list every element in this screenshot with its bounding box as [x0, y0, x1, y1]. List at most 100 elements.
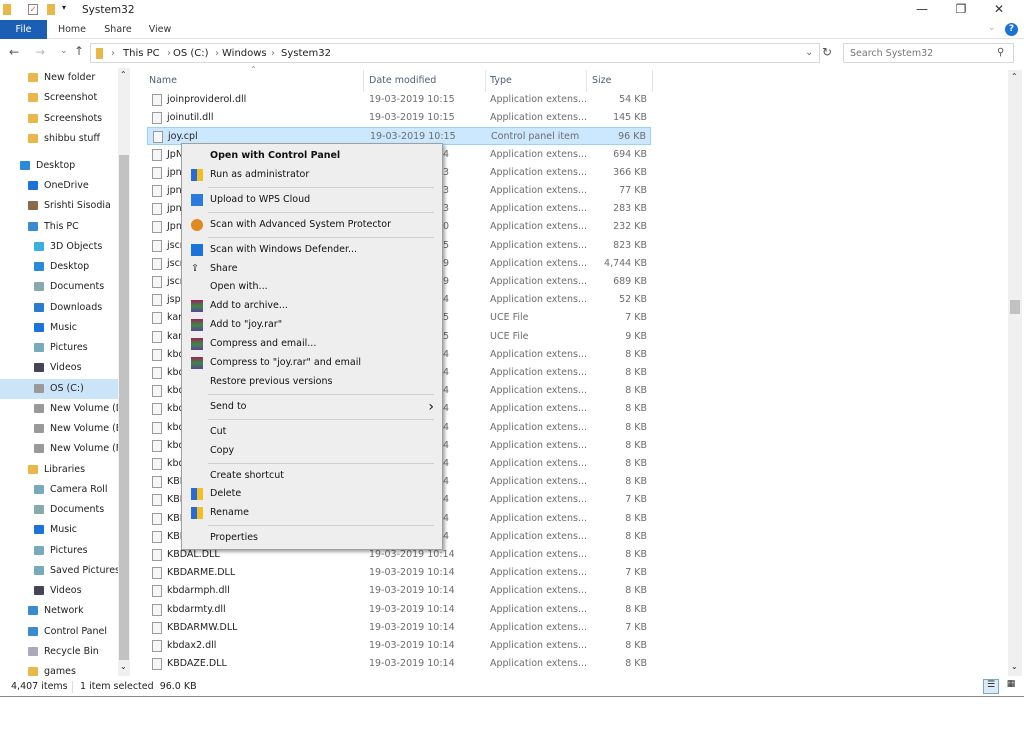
expand-ribbon-icon[interactable]: ⌄: [988, 23, 996, 33]
file-row[interactable]: KBDARME.DLL 19-03-2019 10:14 Application e…: [147, 564, 651, 582]
sidebar-item[interactable]: Pictures: [0, 338, 118, 358]
scroll-up-icon[interactable]: ⌃: [120, 70, 127, 79]
sidebar-item[interactable]: OneDrive: [0, 176, 118, 196]
sidebar-item[interactable]: Srishti Sisodia: [0, 196, 118, 216]
sidebar-item[interactable]: Desktop: [0, 156, 118, 176]
tab-view[interactable]: View: [142, 20, 178, 39]
sidebar-item[interactable]: 3D Objects: [0, 237, 118, 257]
file-list-scroll-thumb[interactable]: [1010, 300, 1020, 314]
up-button[interactable]: ↑: [74, 44, 84, 58]
sidebar-item[interactable]: Screenshot: [0, 88, 118, 108]
new-folder-icon[interactable]: [47, 4, 55, 15]
column-date-modified[interactable]: Date modified: [369, 75, 436, 86]
scroll-down-icon[interactable]: ⌄: [120, 662, 127, 671]
breadcrumb-this-pc[interactable]: This PC: [123, 48, 160, 59]
sidebar-item[interactable]: Music: [0, 318, 118, 338]
address-dropdown-icon[interactable]: ⌄: [805, 47, 813, 58]
close-button[interactable]: ✕: [984, 2, 1014, 18]
sidebar-item[interactable]: This PC: [0, 217, 118, 237]
file-row[interactable]: joinutil.dll 19-03-2019 10:15 Application …: [147, 109, 651, 127]
recent-locations-icon[interactable]: ⌄: [60, 46, 68, 56]
sidebar-item[interactable]: Documents: [0, 277, 118, 297]
context-menu-item[interactable]: Compress to "joy.rar" and email: [182, 354, 442, 372]
sidebar-item[interactable]: Control Panel: [0, 622, 118, 642]
column-divider[interactable]: [363, 70, 364, 92]
file-row[interactable]: KBDARMW.DLL 19-03-2019 10:14 Application e…: [147, 619, 651, 637]
forward-button[interactable]: →: [35, 45, 45, 59]
context-menu-item[interactable]: Properties: [182, 529, 442, 547]
sidebar-item[interactable]: Music: [0, 520, 118, 540]
file-row[interactable]: kbdarmty.dll 19-03-2019 10:14 Application …: [147, 601, 651, 619]
customize-dropdown-icon[interactable]: ▾: [62, 3, 66, 12]
sidebar-item[interactable]: Desktop: [0, 257, 118, 277]
context-menu-item[interactable]: Compress and email...: [182, 335, 442, 353]
scroll-up-icon[interactable]: ⌃: [1011, 72, 1018, 81]
back-button[interactable]: ←: [9, 45, 19, 59]
context-menu-item[interactable]: Send to ›: [182, 398, 442, 416]
sidebar-item[interactable]: Videos: [0, 358, 118, 378]
context-menu-item[interactable]: Open with Control Panel: [182, 147, 442, 165]
scroll-down-icon[interactable]: ⌄: [1011, 662, 1018, 671]
context-menu-item[interactable]: Open with...: [182, 278, 442, 296]
column-name[interactable]: Name: [149, 75, 177, 86]
help-icon[interactable]: ?: [1005, 23, 1018, 36]
column-type[interactable]: Type: [490, 75, 512, 86]
chevron-right-icon[interactable]: ›: [167, 48, 171, 59]
file-row[interactable]: kbdax2.dll 19-03-2019 10:14 Application ex…: [147, 637, 651, 655]
breadcrumb-system32[interactable]: System32: [281, 48, 331, 59]
tab-home[interactable]: Home: [52, 20, 92, 39]
breadcrumb-windows[interactable]: Windows: [222, 48, 267, 59]
context-menu-item[interactable]: Scan with Advanced System Protector: [182, 216, 442, 234]
sidebar-item[interactable]: shibbu stuff: [0, 129, 118, 149]
sidebar-item[interactable]: Libraries: [0, 460, 118, 480]
properties-icon[interactable]: ✓: [28, 4, 38, 15]
context-menu-item[interactable]: Copy: [182, 442, 442, 460]
sidebar-item[interactable]: New Volume (F: [0, 439, 118, 459]
sidebar-item[interactable]: games: [0, 662, 118, 676]
sidebar-item[interactable]: Downloads: [0, 298, 118, 318]
large-icons-view-button[interactable]: ▦: [1003, 679, 1019, 694]
column-size[interactable]: Size: [592, 75, 612, 86]
sidebar-item[interactable]: Camera Roll: [0, 480, 118, 500]
sidebar-item[interactable]: Pictures: [0, 541, 118, 561]
minimize-button[interactable]: —: [907, 2, 937, 18]
context-menu-item[interactable]: Restore previous versions: [182, 373, 442, 391]
context-menu-item[interactable]: Add to archive...: [182, 297, 442, 315]
sidebar-item[interactable]: Recycle Bin: [0, 642, 118, 662]
tab-share[interactable]: Share: [98, 20, 138, 39]
file-row[interactable]: KBDAZE.DLL 19-03-2019 10:14 Application ex…: [147, 655, 651, 673]
file-row[interactable]: joinproviderol.dll 19-03-2019 10:15 Applic…: [147, 91, 651, 109]
context-menu-item[interactable]: ⇪ Share: [182, 260, 442, 278]
context-menu-item[interactable]: Create shortcut: [182, 467, 442, 485]
tab-file[interactable]: File: [0, 20, 47, 39]
context-menu-item[interactable]: Rename: [182, 504, 442, 522]
sidebar-item[interactable]: New Volume (E: [0, 419, 118, 439]
maximize-button[interactable]: ❐: [946, 2, 976, 18]
column-divider[interactable]: [485, 70, 486, 92]
sidebar-item[interactable]: Documents: [0, 500, 118, 520]
search-input[interactable]: Search System32: [843, 43, 1014, 63]
context-menu-item[interactable]: Upload to WPS Cloud: [182, 191, 442, 209]
breadcrumb-os-c[interactable]: OS (C:): [173, 48, 209, 59]
context-menu-item[interactable]: Scan with Windows Defender...: [182, 241, 442, 259]
chevron-right-icon[interactable]: ›: [271, 48, 275, 59]
context-menu-item[interactable]: Cut: [182, 423, 442, 441]
file-row[interactable]: kbdarmph.dll 19-03-2019 10:14 Application …: [147, 582, 651, 600]
sidebar-item[interactable]: New folder: [0, 68, 118, 88]
sidebar-scroll-thumb[interactable]: [119, 155, 129, 660]
chevron-right-icon[interactable]: ›: [215, 48, 219, 59]
sidebar-item[interactable]: Network: [0, 601, 118, 621]
context-menu-item[interactable]: Delete: [182, 485, 442, 503]
context-menu-item[interactable]: Run as administrator: [182, 166, 442, 184]
sidebar-item[interactable]: New Volume (D: [0, 399, 118, 419]
refresh-button[interactable]: ↻: [822, 45, 832, 59]
sidebar-item[interactable]: Screenshots: [0, 109, 118, 129]
address-bar[interactable]: › This PC › OS (C:) › Windows › System32…: [90, 43, 820, 63]
column-divider[interactable]: [586, 70, 587, 92]
context-menu-item[interactable]: Add to "joy.rar": [182, 316, 442, 334]
sidebar-item[interactable]: OS (C:): [0, 379, 118, 399]
details-view-button[interactable]: ☰: [983, 679, 999, 694]
column-divider[interactable]: [652, 70, 653, 92]
sidebar-item[interactable]: Videos: [0, 581, 118, 601]
file-list-scrollbar[interactable]: ⌃ ⌄: [1008, 70, 1022, 676]
